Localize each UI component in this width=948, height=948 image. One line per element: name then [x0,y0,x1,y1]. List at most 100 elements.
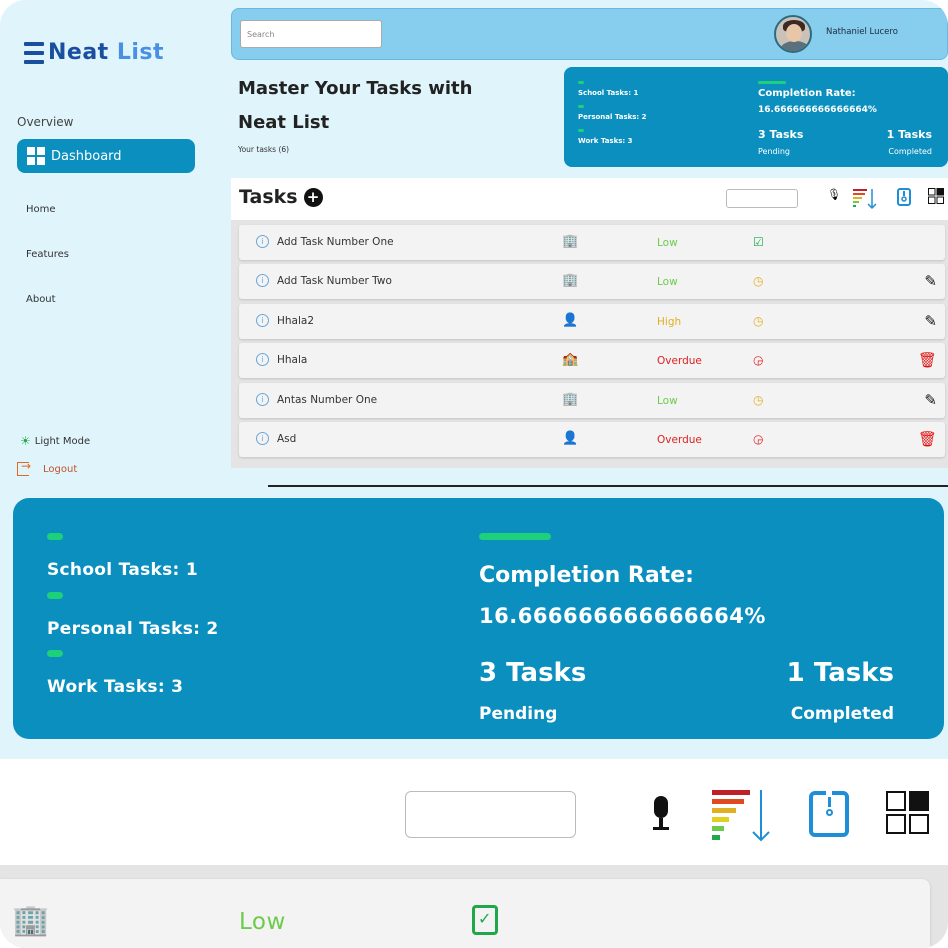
edit-icon[interactable]: ✎ [924,312,937,330]
filter-input[interactable] [726,189,798,208]
task-priority: High [657,316,682,328]
info-icon[interactable]: i [256,393,269,406]
dashboard-icon [27,147,45,165]
microphone-icon[interactable]: 🎙 [827,188,841,201]
priority-sort-icon[interactable] [712,790,772,842]
work-tasks: Work Tasks: 3 [578,137,633,145]
light-mode-toggle[interactable]: ☀ Light Mode [20,434,90,448]
archive-zip-icon[interactable] [897,188,911,210]
avatar[interactable] [774,15,812,53]
personal-indicator [47,592,63,599]
completion-indicator [479,533,551,540]
clipboard-check-icon [472,905,498,935]
completion-indicator [758,81,786,84]
pending-count: 3 Tasks [479,658,587,688]
nav-item-home[interactable]: Home [26,204,56,215]
logo-icon [24,41,44,64]
task-name: Antas Number One [277,394,378,406]
filter-input[interactable] [405,791,576,838]
school-icon: 🏫 [562,352,579,367]
completed-label: Completed [888,147,932,156]
task-name: Add Task Number One [277,236,394,248]
task-priority: Low [657,237,678,249]
edit-icon[interactable]: ✎ [924,391,937,409]
task-row[interactable]: i Antas Number One 🏢 Low ◷ ✎ [239,383,945,418]
completed-count: 1 Tasks [786,658,894,688]
headline-line2: Neat List [238,112,330,133]
completed-label: Completed [790,704,894,724]
personal-tasks: Personal Tasks: 2 [47,619,219,639]
task-name: Hhala [277,354,308,366]
archive-zip-icon[interactable] [809,791,849,837]
school-indicator [578,81,584,84]
school-tasks: School Tasks: 1 [578,89,639,97]
main-content: Search Nathaniel Lucero Master Your Task… [228,0,948,487]
completed-count: 1 Tasks [886,128,932,141]
task-priority: Overdue [657,434,702,446]
grid-view-icon[interactable] [928,188,944,208]
clock-icon: ◷ [753,393,764,407]
info-icon[interactable]: i [256,314,269,327]
info-icon[interactable]: i [256,235,269,248]
overdue-clock-icon: ◶ [753,353,764,367]
work-indicator [47,650,63,657]
info-icon[interactable]: i [256,274,269,287]
page-title: Master Your Tasks with Neat List [238,72,538,140]
task-name: Add Task Number Two [277,275,392,287]
building-icon: 🏢 [562,392,579,407]
task-name: Hhala2 [277,315,315,327]
app-window: Neat List Overview Dashboard Home Featur… [0,0,948,487]
school-tasks: School Tasks: 1 [47,560,198,580]
light-mode-label: Light Mode [34,435,91,447]
completion-rate: 16.666666666666664% [479,604,766,628]
work-tasks: Work Tasks: 3 [47,677,184,697]
pending-label: Pending [758,147,790,156]
nav-item-features[interactable]: Features [26,249,69,260]
screenshot-frame: Neat List Overview Dashboard Home Featur… [0,0,948,948]
plus-circle-icon[interactable]: + [303,187,323,207]
tasks-toolbar: Tasks + 🎙 [231,178,948,220]
completion-title: Completion Rate: [479,563,694,588]
task-priority: Low [657,395,678,407]
logout-button[interactable]: Logout [17,459,78,476]
task-priority: Low [239,909,286,935]
task-row[interactable]: i Add Task Number One 🏢 Low ☑ [239,225,945,260]
clock-icon: ◷ [753,274,764,288]
zoom-row-area: 🏢 Low [0,865,948,948]
pending-count: 3 Tasks [758,128,804,141]
search-input[interactable]: Search [240,20,382,48]
clipboard-check-icon: ☑ [753,235,764,249]
task-row[interactable]: i Hhala 🏫 Overdue ◶ 🗑 [239,343,945,378]
task-row[interactable]: i Asd 👤 Overdue ◶ 🗑 [239,422,945,457]
priority-sort-icon[interactable] [853,188,879,214]
building-icon: 🏢 [562,273,579,288]
school-indicator [47,533,63,540]
zoom-toolbar-area [0,759,948,865]
person-icon: 👤 [562,431,579,446]
zoom-stats-area: School Tasks: 1 Personal Tasks: 2 Work T… [0,487,948,759]
dashboard-label: Dashboard [51,148,122,164]
clock-icon: ◷ [753,314,764,328]
info-icon[interactable]: i [256,353,269,366]
info-icon[interactable]: i [256,432,269,445]
task-priority: Low [657,276,678,288]
logo[interactable]: Neat List [24,40,164,65]
nav-item-about[interactable]: About [26,294,56,305]
grid-view-icon[interactable] [886,791,932,837]
microphone-icon[interactable] [649,796,673,834]
completion-title: Completion Rate: [758,88,856,99]
personal-tasks: Personal Tasks: 2 [578,113,647,121]
headline-line1: Master Your Tasks with [238,78,473,99]
trash-icon[interactable]: 🗑 [918,351,937,369]
trash-icon[interactable]: 🗑 [918,430,937,448]
task-row[interactable]: 🏢 Low [0,879,930,948]
task-list: i Add Task Number One 🏢 Low ☑ i Add Task… [231,220,948,468]
dashboard-button[interactable]: Dashboard [17,139,195,173]
task-priority: Overdue [657,355,702,367]
building-icon: 🏢 [12,903,50,938]
edit-icon[interactable]: ✎ [924,272,937,290]
overview-label: Overview [17,115,74,129]
logout-label: Logout [43,463,78,475]
task-row[interactable]: i Hhala2 👤 High ◷ ✎ [239,304,945,339]
task-row[interactable]: i Add Task Number Two 🏢 Low ◷ ✎ [239,264,945,299]
